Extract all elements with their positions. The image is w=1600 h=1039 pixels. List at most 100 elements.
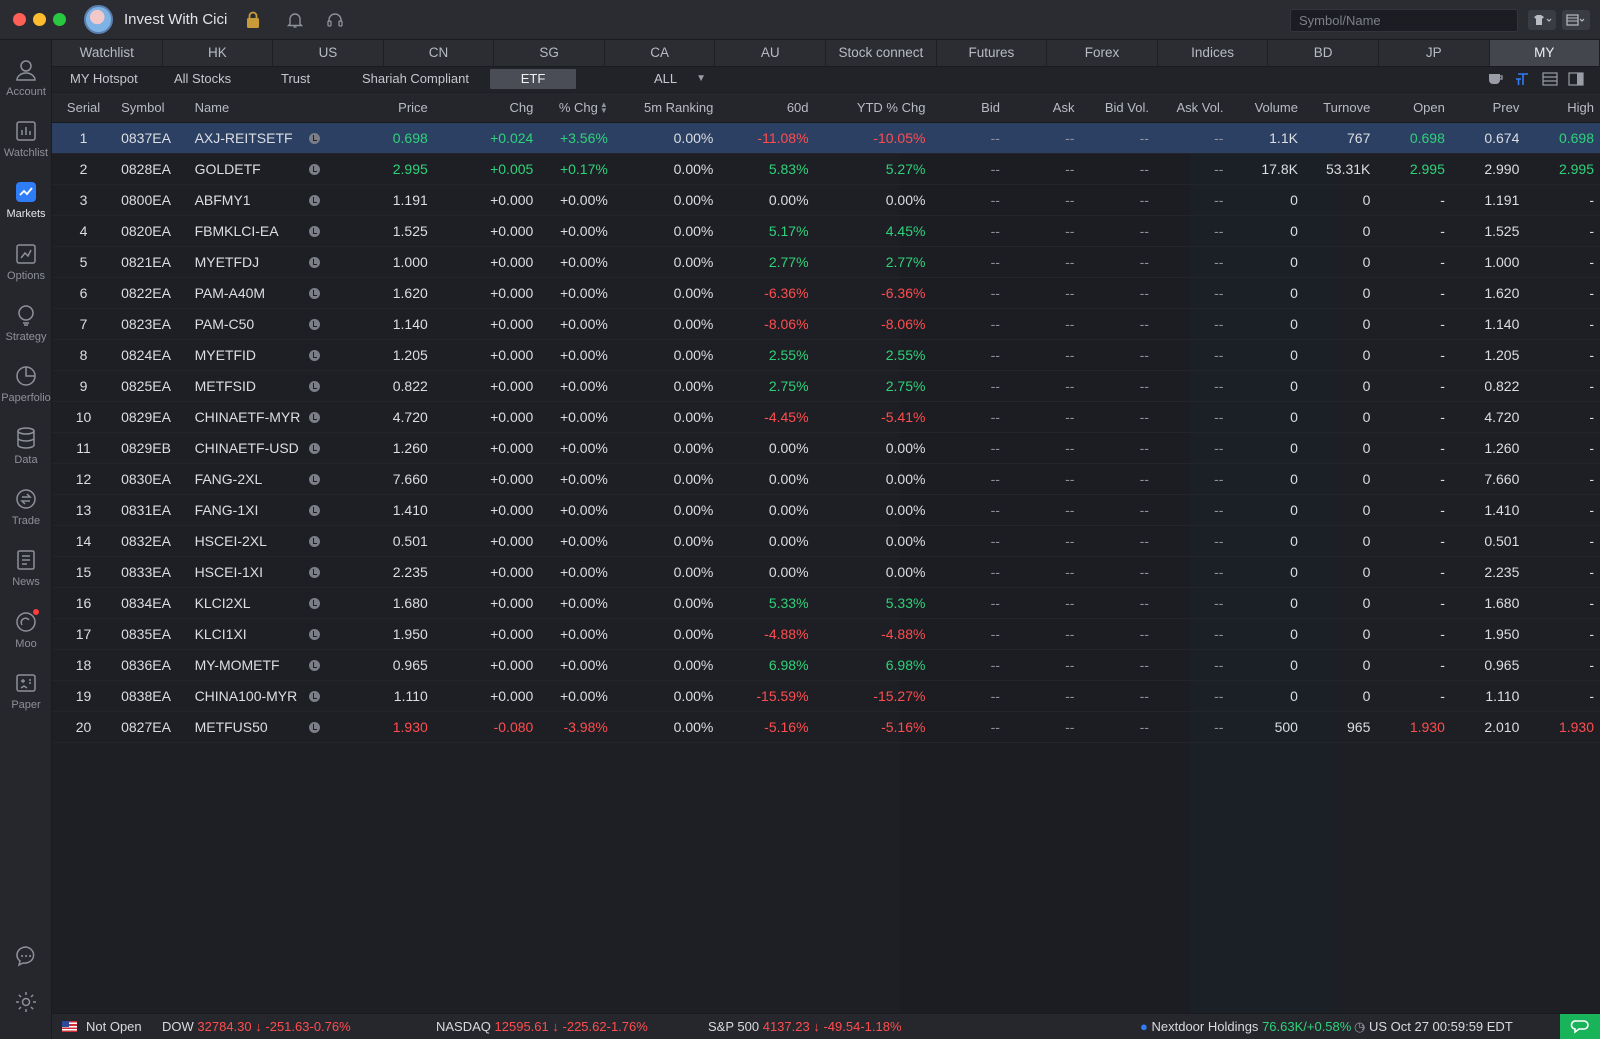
- quote-delay-icon[interactable]: [309, 194, 321, 206]
- quote-delay-icon[interactable]: [309, 411, 321, 423]
- column-header-ytd-chg[interactable]: YTD % Chg: [814, 93, 932, 123]
- filter-select[interactable]: ALL ▼: [612, 69, 712, 89]
- column-header-bid[interactable]: Bid: [931, 93, 1006, 123]
- quote-delay-icon[interactable]: [309, 628, 321, 640]
- tab-au[interactable]: AU: [715, 40, 827, 66]
- quote-delay-icon[interactable]: [309, 256, 321, 268]
- column-header-volume[interactable]: Volume: [1229, 93, 1304, 123]
- quote-delay-icon[interactable]: [309, 566, 321, 578]
- list-view-icon[interactable]: [1541, 70, 1559, 88]
- tab-forex[interactable]: Forex: [1047, 40, 1158, 66]
- tab-us[interactable]: US: [273, 40, 384, 66]
- column-header-60d[interactable]: 60d: [719, 93, 815, 123]
- tab-stock-connect[interactable]: Stock connect: [826, 40, 937, 66]
- column-header-symbol[interactable]: Symbol: [115, 93, 189, 123]
- tab-sg[interactable]: SG: [494, 40, 605, 66]
- table-row[interactable]: 11 0829EB CHINAETF-USD 1.260 +0.000 +0.00% 0.0…: [52, 432, 1600, 464]
- column-header-ask-vol[interactable]: Ask Vol.: [1154, 93, 1230, 123]
- quote-delay-icon[interactable]: [309, 380, 321, 392]
- column-header-prev[interactable]: Prev: [1450, 93, 1526, 123]
- window-minimize-button[interactable]: [33, 13, 46, 26]
- tab-ca[interactable]: CA: [605, 40, 716, 66]
- quote-delay-icon[interactable]: [309, 318, 321, 330]
- table-row[interactable]: 9 0825EA METFSID 0.822 +0.000 +0.00% 0.00% 2.75…: [52, 370, 1600, 402]
- live-chat-button[interactable]: [1560, 1014, 1600, 1039]
- tab-futures[interactable]: Futures: [937, 40, 1048, 66]
- search-input[interactable]: [1290, 9, 1518, 32]
- column-header-turnove[interactable]: Turnove: [1303, 93, 1377, 123]
- sidebar-item-news[interactable]: News: [0, 544, 52, 602]
- subtab-shariah-compliant[interactable]: Shariah Compliant: [362, 69, 469, 89]
- subtab-all-stocks[interactable]: All Stocks: [174, 69, 231, 89]
- tab-jp[interactable]: JP: [1379, 40, 1490, 66]
- quote-delay-icon[interactable]: [309, 225, 321, 237]
- column-header-serial[interactable]: Serial: [52, 93, 116, 123]
- window-close-button[interactable]: [13, 13, 26, 26]
- tab-bd[interactable]: BD: [1268, 40, 1379, 66]
- column-header-5m-ranking[interactable]: 5m Ranking: [613, 93, 720, 123]
- bell-icon[interactable]: [284, 9, 306, 31]
- tab-hk[interactable]: HK: [163, 40, 274, 66]
- table-row[interactable]: 7 0823EA PAM-C50 1.140 +0.000 +0.00% 0.00% -8.0…: [52, 308, 1600, 340]
- sidebar-item-data[interactable]: Data: [0, 422, 52, 480]
- sidebar-item-paperfolio[interactable]: Paperfolio: [0, 360, 52, 418]
- font-size-icon[interactable]: [1514, 70, 1532, 88]
- cup-icon[interactable]: [1487, 70, 1505, 88]
- table-row[interactable]: 12 0830EA FANG-2XL 7.660 +0.000 +0.00% 0.00% 0.…: [52, 463, 1600, 495]
- table-row[interactable]: 20 0827EA METFUS50 1.930 -0.080 -3.98% 0.00% -5…: [52, 711, 1600, 743]
- index-dow[interactable]: DOW 32784.30 ↓ -251.63-0.76%: [162, 1019, 351, 1034]
- quote-delay-icon[interactable]: [309, 442, 321, 454]
- subtab-my-hotspot[interactable]: MY Hotspot: [70, 69, 138, 89]
- table-row[interactable]: 13 0831EA FANG-1XI 1.410 +0.000 +0.00% 0.00% 0.…: [52, 494, 1600, 526]
- sidebar-item-watchlist[interactable]: Watchlist: [0, 115, 52, 173]
- table-row[interactable]: 1 0837EA AXJ-REITSETF 0.698 +0.024 +3.56% 0.00…: [52, 122, 1600, 154]
- quote-delay-icon[interactable]: [309, 504, 321, 516]
- quote-delay-icon[interactable]: [309, 473, 321, 485]
- quote-delay-icon[interactable]: [309, 163, 321, 175]
- column-header-price[interactable]: Price: [328, 93, 434, 123]
- table-row[interactable]: 15 0833EA HSCEI-1XI 2.235 +0.000 +0.00% 0.00% 0…: [52, 556, 1600, 588]
- table-row[interactable]: 3 0800EA ABFMY1 1.191 +0.000 +0.00% 0.00% 0.00%…: [52, 184, 1600, 216]
- column-header-open[interactable]: Open: [1376, 93, 1451, 123]
- column-header-high[interactable]: High: [1525, 93, 1600, 123]
- table-row[interactable]: 14 0832EA HSCEI-2XL 0.501 +0.000 +0.00% 0.00% 0…: [52, 525, 1600, 557]
- window-maximize-button[interactable]: [53, 13, 66, 26]
- table-row[interactable]: 19 0838EA CHINA100-MYR 1.110 +0.000 +0.00% 0.0…: [52, 680, 1600, 712]
- theme-menu-button[interactable]: [1528, 10, 1556, 30]
- sidebar-item-strategy[interactable]: Strategy: [0, 299, 52, 357]
- sidebar-item-trade[interactable]: Trade: [0, 483, 52, 541]
- quote-delay-icon[interactable]: [309, 535, 321, 547]
- table-row[interactable]: 17 0835EA KLCI1XI 1.950 +0.000 +0.00% 0.00% -4.…: [52, 618, 1600, 650]
- lock-icon[interactable]: [242, 9, 264, 31]
- user-avatar[interactable]: [84, 5, 113, 34]
- headset-icon[interactable]: [324, 9, 346, 31]
- tab-my[interactable]: MY: [1489, 40, 1600, 66]
- ticker-nextdoor[interactable]: ● Nextdoor Holdings 76.63K/+0.58% ›: [1140, 1019, 1365, 1034]
- index-sp500[interactable]: S&P 500 4137.23 ↓ -49.54-1.18%: [708, 1019, 902, 1034]
- quote-delay-icon[interactable]: [309, 659, 321, 671]
- layout-menu-button[interactable]: [1562, 10, 1590, 30]
- tab-watchlist[interactable]: Watchlist: [52, 40, 163, 66]
- tab-cn[interactable]: CN: [384, 40, 495, 66]
- subtab-trust[interactable]: Trust: [281, 69, 310, 89]
- tab-indices[interactable]: Indices: [1158, 40, 1269, 66]
- messages-button[interactable]: [0, 940, 52, 970]
- quote-delay-icon[interactable]: [309, 597, 321, 609]
- table-row[interactable]: 8 0824EA MYETFID 1.205 +0.000 +0.00% 0.00% 2.55…: [52, 339, 1600, 371]
- sidebar-item-markets[interactable]: Markets: [0, 176, 52, 234]
- table-row[interactable]: 4 0820EA FBMKLCI-EA 1.525 +0.000 +0.00% 0.00% 5…: [52, 215, 1600, 247]
- side-panel-icon[interactable]: [1567, 70, 1585, 88]
- column-header-ask[interactable]: Ask: [1005, 93, 1081, 123]
- quote-delay-icon[interactable]: [309, 349, 321, 361]
- table-row[interactable]: 10 0829EA CHINAETF-MYR 4.720 +0.000 +0.00% 0.0…: [52, 401, 1600, 433]
- table-row[interactable]: 2 0828EA GOLDETF 2.995 +0.005 +0.17% 0.00% 5.83…: [52, 153, 1600, 185]
- settings-button[interactable]: [0, 986, 52, 1016]
- column-header-chg[interactable]: Chg: [433, 93, 540, 123]
- sidebar-item-options[interactable]: Options: [0, 238, 52, 296]
- quote-delay-icon[interactable]: [309, 287, 321, 299]
- sidebar-item-moo[interactable]: Moo: [0, 606, 52, 664]
- table-row[interactable]: 6 0822EA PAM-A40M 1.620 +0.000 +0.00% 0.00% -6.…: [52, 277, 1600, 309]
- quote-delay-icon[interactable]: [309, 690, 321, 702]
- table-row[interactable]: 18 0836EA MY-MOMETF 0.965 +0.000 +0.00% 0.00% 6…: [52, 649, 1600, 681]
- subtab-etf[interactable]: ETF: [490, 69, 576, 89]
